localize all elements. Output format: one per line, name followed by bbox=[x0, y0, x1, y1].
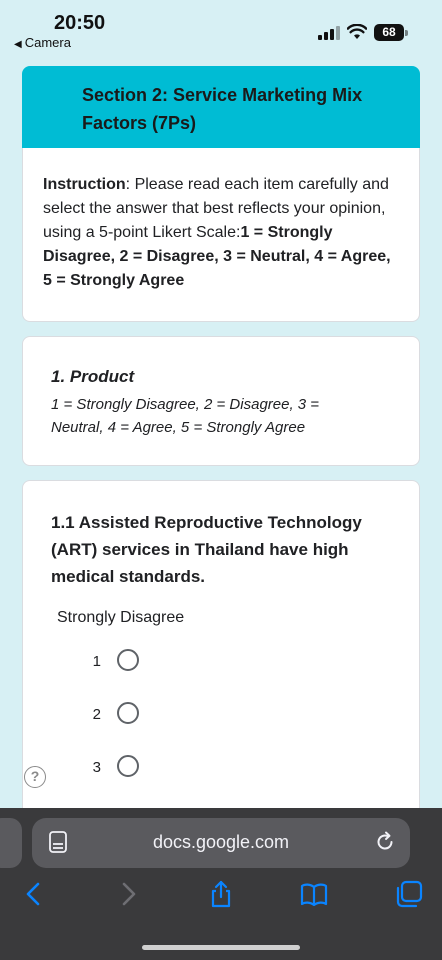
product-title: 1. Product bbox=[51, 367, 135, 386]
tabs-icon[interactable] bbox=[395, 880, 423, 908]
option-number: 1 bbox=[92, 653, 101, 670]
section-header: Section 2: Service Marketing Mix Factors… bbox=[22, 66, 420, 148]
bookmarks-icon[interactable] bbox=[300, 880, 328, 908]
section-title: Section 2: Service Marketing Mix Factors… bbox=[82, 85, 363, 133]
instruction-label: Instruction bbox=[43, 176, 126, 193]
url-text[interactable]: docs.google.com bbox=[32, 832, 410, 853]
question-text: 1.1 Assisted Reproductive Technology (AR… bbox=[51, 513, 362, 586]
wifi-icon bbox=[347, 24, 367, 39]
cellular-signal-icon bbox=[318, 26, 340, 40]
back-app-label: Camera bbox=[24, 35, 71, 50]
option-2[interactable]: 2 bbox=[87, 702, 167, 730]
radio-button[interactable] bbox=[117, 649, 139, 671]
help-icon[interactable]: ? bbox=[24, 766, 46, 788]
instruction-text: Instruction: Please read each item caref… bbox=[43, 173, 403, 293]
option-1[interactable]: 1 bbox=[87, 649, 167, 677]
status-bar: 20:50 ◀ Camera 68 bbox=[0, 0, 442, 66]
back-to-app-link[interactable]: ◀ Camera bbox=[14, 35, 71, 50]
option-number: 2 bbox=[92, 706, 101, 723]
address-bar[interactable]: docs.google.com bbox=[32, 818, 410, 868]
previous-tab-preview[interactable] bbox=[0, 818, 22, 868]
question-card: 1.1 Assisted Reproductive Technology (AR… bbox=[22, 480, 420, 840]
scale-low-label: Strongly Disagree bbox=[57, 609, 185, 626]
battery-tip bbox=[405, 30, 408, 36]
forward-chevron-icon[interactable] bbox=[114, 880, 142, 908]
option-number: 3 bbox=[92, 759, 101, 776]
radio-button[interactable] bbox=[117, 702, 139, 724]
reload-icon[interactable] bbox=[374, 831, 396, 853]
status-time: 20:50 bbox=[54, 12, 106, 34]
option-3[interactable]: 3 bbox=[87, 755, 167, 783]
back-triangle-icon: ◀ bbox=[14, 39, 22, 50]
product-description: 1 = Strongly Disagree, 2 = Disagree, 3 =… bbox=[51, 396, 320, 436]
battery-level: 68 bbox=[374, 24, 404, 41]
radio-button[interactable] bbox=[117, 755, 139, 777]
instruction-card: Instruction: Please read each item caref… bbox=[22, 148, 420, 322]
share-icon[interactable] bbox=[207, 880, 235, 908]
back-chevron-icon[interactable] bbox=[20, 880, 48, 908]
product-section-card: 1. Product 1 = Strongly Disagree, 2 = Di… bbox=[22, 336, 420, 466]
home-indicator bbox=[142, 945, 300, 950]
